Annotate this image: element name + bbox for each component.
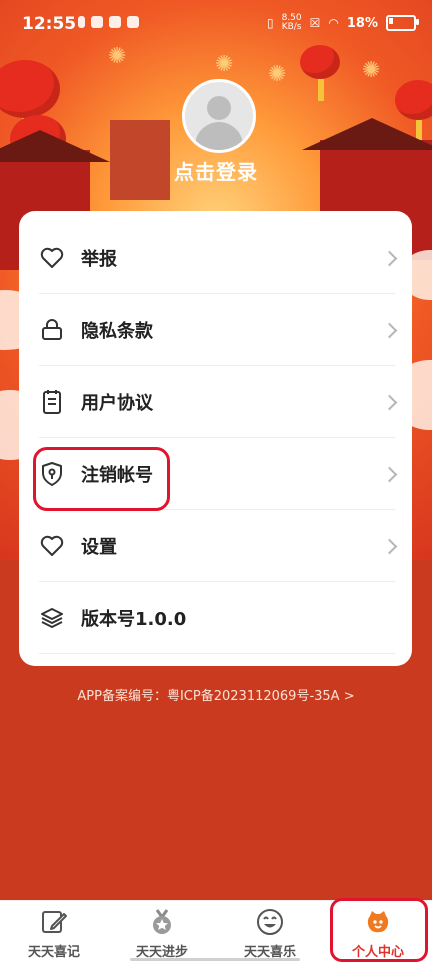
menu-item-privacy[interactable]: 隐私条款 [39,295,398,365]
divider [39,293,395,294]
sim-off-icon: ☒ [309,16,321,30]
notification-icons [78,16,139,28]
menu-item-label: 设置 [81,537,117,558]
menu-item-version: 版本号1.0.0 [39,583,395,653]
version-label: 版本号1.0.0 [81,609,187,630]
tab-daily-joy[interactable]: 天天喜乐 [216,901,324,964]
chevron-right-icon [381,394,398,410]
status-right: ▯ 8.50 KB/s ☒ ◠ 18% [266,14,419,32]
wifi-icon: ◠ [328,16,339,30]
document-icon [39,389,65,415]
avatar[interactable] [182,79,256,153]
notification-app-icon [78,16,85,28]
lock-icon [39,317,65,343]
tab-label: 天天喜记 [27,945,80,960]
lantern-decoration [300,45,340,101]
menu-item-label: 隐私条款 [81,321,153,342]
divider [39,437,395,438]
battery-percent: 18% [346,15,378,31]
firework-decoration: ✺ [362,58,381,83]
menu-item-report[interactable]: 举报 [39,223,398,293]
menu-item-label: 举报 [81,249,117,270]
heart-icon [39,533,65,559]
layers-icon [39,605,65,631]
notification-app-icon [91,16,103,28]
screen: ✺ ✺ ✺ ✺ 12:55 ▯ 8.50 KB/s ☒ ◠ 18% 点击登录 举… [0,0,432,964]
notification-app-icon [109,16,121,28]
network-speed-unit: KB/s [281,22,302,32]
heart-icon [39,245,65,271]
home-indicator [130,958,300,961]
menu-item-user-agreement[interactable]: 用户协议 [39,367,398,437]
divider [39,581,395,582]
avatar-head [207,96,231,120]
menu-card: 举报 隐私条款 用户协议 注销帐号 设置 版本号1.0.0 [19,211,412,666]
vibrate-icon: ▯ [266,16,274,30]
icp-record-link[interactable]: APP备案编号：粤ICP备2023112069号-35A > [0,685,432,704]
menu-item-settings[interactable]: 设置 [39,511,398,581]
firework-decoration: ✺ [268,62,287,87]
battery-icon [386,15,419,31]
menu-item-label: 用户协议 [81,393,153,414]
roof-decoration [302,118,432,150]
network-speed: 8.50 KB/s [282,14,302,32]
divider [39,653,395,654]
notification-app-icon [127,16,139,28]
medal-icon [147,907,177,937]
divider [39,365,395,366]
tab-daily-journal[interactable]: 天天喜记 [0,901,108,964]
chevron-right-icon [381,538,398,554]
chevron-right-icon [381,466,398,482]
edit-icon [39,907,69,937]
status-bar: 12:55 ▯ 8.50 KB/s ☒ ◠ 18% [0,0,432,50]
login-prompt[interactable]: 点击登录 [0,156,432,185]
chevron-right-icon [381,322,398,338]
status-time: 12:55 [22,14,77,34]
tab-daily-progress[interactable]: 天天进步 [108,901,216,964]
chevron-right-icon [381,250,398,266]
tab-highlight-annotation [330,898,428,962]
avatar-body [195,122,243,150]
highlight-annotation [33,447,170,511]
firework-decoration: ✺ [215,52,234,77]
smile-icon [255,907,285,937]
